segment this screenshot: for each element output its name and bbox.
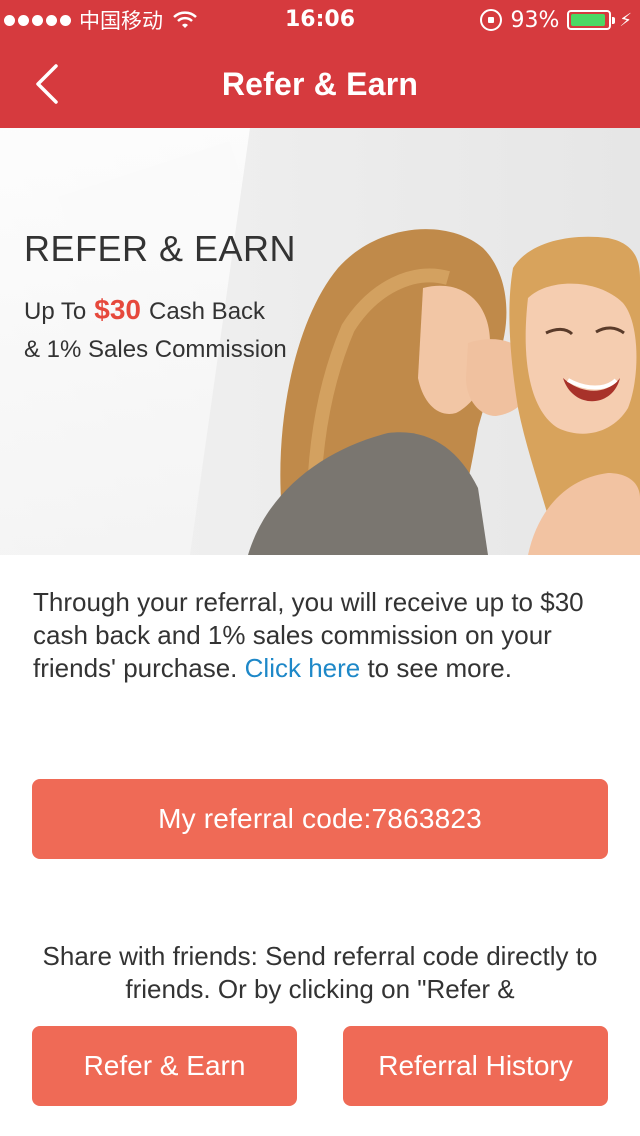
refer-earn-label: Refer & Earn	[83, 1050, 246, 1081]
battery-icon	[567, 10, 616, 30]
hero-title: REFER & EARN	[24, 228, 297, 269]
referral-history-label: Referral History	[378, 1050, 573, 1081]
hero-suffix: Cash Back	[148, 298, 266, 325]
click-here-link[interactable]: Click here	[245, 653, 361, 683]
hero-commission-line: & 1% Sales Commission	[24, 336, 287, 363]
hero-cashback-line: Up To $30 Cash Back	[24, 294, 265, 326]
referral-history-button[interactable]: Referral History	[343, 1026, 608, 1106]
battery-percent: 93%	[510, 7, 560, 33]
referral-code-button[interactable]: My referral code:7863823	[32, 779, 608, 859]
hero-amount: $30	[94, 294, 141, 325]
refer-earn-button[interactable]: Refer & Earn	[32, 1026, 297, 1106]
referral-description: Through your referral, you will receive …	[33, 586, 613, 685]
referral-code-label: My referral code:7863823	[158, 803, 482, 834]
nav-bar: Refer & Earn	[0, 40, 640, 128]
share-instructions: Share with friends: Send referral code d…	[42, 941, 598, 1004]
hero-banner: REFER & EARN Up To $30 Cash Back & 1% Sa…	[0, 128, 640, 555]
charging-icon: ⚡	[619, 9, 632, 31]
page-title: Refer & Earn	[221, 66, 419, 102]
status-bar: 中国移动 16:06 93% ⚡	[0, 0, 640, 40]
hero-prefix: Up To	[24, 298, 87, 325]
hero-photo-friends	[248, 229, 640, 555]
description-text-end: to see more.	[360, 653, 512, 683]
rotation-lock-icon	[480, 9, 503, 31]
